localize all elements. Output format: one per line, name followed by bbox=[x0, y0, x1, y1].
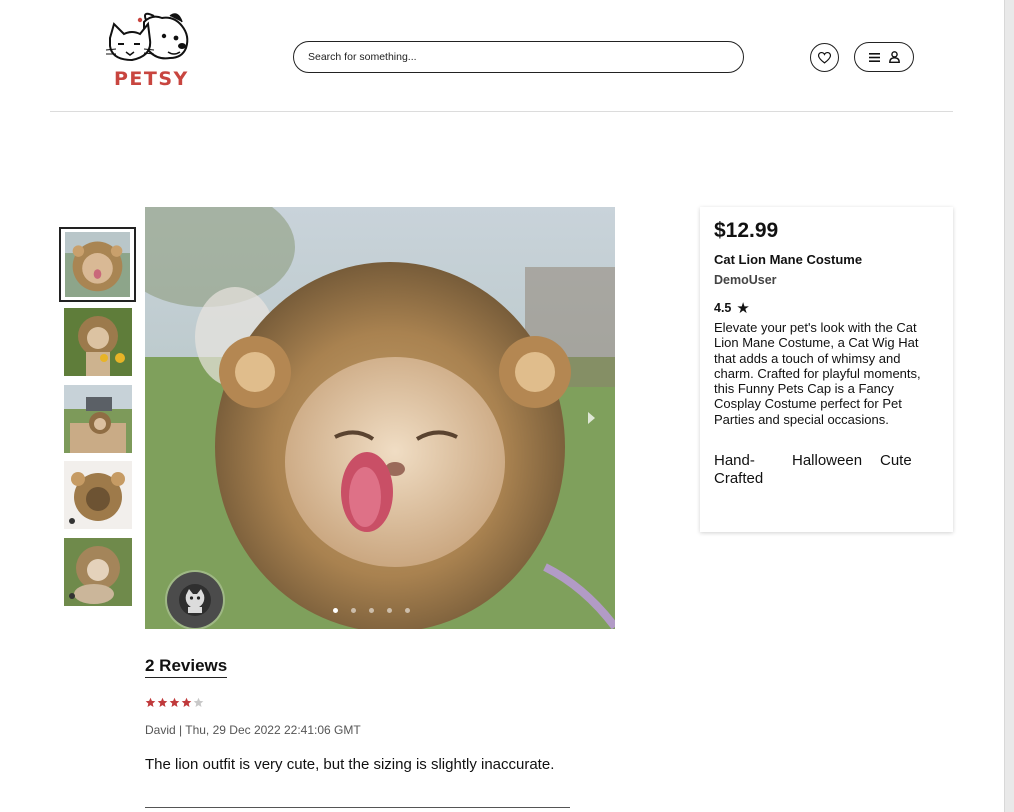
carousel-dot-2[interactable] bbox=[351, 608, 356, 613]
star-filled-icon bbox=[157, 697, 168, 707]
thumbnail-1[interactable] bbox=[59, 227, 136, 302]
thumbnail-image bbox=[65, 232, 130, 297]
page-scrollbar[interactable] bbox=[1004, 0, 1014, 812]
favorites-button[interactable] bbox=[810, 43, 839, 72]
tag-hand-crafted[interactable]: Hand-Crafted bbox=[714, 452, 792, 488]
seller-name[interactable]: DemoUser bbox=[714, 273, 939, 287]
thumbnail-4[interactable] bbox=[64, 461, 132, 529]
star-filled-icon bbox=[145, 697, 156, 707]
logo-cat-dog-icon bbox=[105, 12, 189, 62]
tag-cute[interactable]: Cute bbox=[880, 452, 912, 488]
thumbnail-5[interactable] bbox=[64, 538, 132, 606]
review-author-date: David | Thu, 29 Dec 2022 22:41:06 GMT bbox=[145, 723, 361, 737]
carousel-dots bbox=[333, 608, 410, 616]
product-title: Cat Lion Mane Costume bbox=[714, 252, 863, 267]
brand-watermark-badge bbox=[167, 572, 223, 628]
rating-value: 4.5 bbox=[714, 301, 732, 315]
carousel-dot-3[interactable] bbox=[369, 608, 374, 613]
account-menu-button[interactable] bbox=[854, 42, 914, 72]
site-header: PETSY Search for something... bbox=[0, 0, 1004, 112]
user-icon bbox=[888, 51, 900, 63]
product-description: Elevate your pet's look with the Cat Lio… bbox=[714, 320, 921, 427]
thumbnail-image bbox=[64, 538, 132, 606]
thumbnail-2[interactable] bbox=[64, 308, 132, 376]
product-info-card: $12.99 Cat Lion Mane Costume DemoUser 4.… bbox=[700, 207, 953, 532]
product-rating: 4.5 ★ bbox=[714, 299, 939, 317]
star-filled-icon bbox=[181, 697, 192, 707]
brand-watermark-icon bbox=[179, 584, 211, 616]
carousel-dot-4[interactable] bbox=[387, 608, 392, 613]
petsy-logo[interactable]: PETSY bbox=[104, 12, 194, 92]
header-divider bbox=[50, 111, 953, 112]
thumbnail-image bbox=[64, 308, 132, 376]
product-price: $12.99 bbox=[714, 219, 779, 242]
carousel-dot-1[interactable] bbox=[333, 608, 338, 613]
star-empty-icon bbox=[193, 697, 204, 707]
chevron-right-icon bbox=[587, 412, 595, 424]
search-placeholder: Search for something... bbox=[308, 51, 417, 63]
hamburger-icon bbox=[868, 52, 880, 62]
review-star-rating bbox=[145, 697, 204, 708]
next-image-arrow[interactable] bbox=[583, 405, 599, 431]
star-filled-icon bbox=[169, 697, 180, 707]
logo-text: PETSY bbox=[114, 68, 189, 90]
product-tags: Hand-Crafted Halloween Cute bbox=[714, 452, 939, 488]
review-divider bbox=[145, 807, 570, 808]
heart-icon bbox=[818, 51, 831, 64]
main-product-image[interactable] bbox=[145, 207, 615, 629]
reviews-heading[interactable]: 2 Reviews bbox=[145, 656, 228, 678]
thumbnail-image bbox=[64, 385, 132, 453]
thumbnail-image bbox=[64, 461, 132, 529]
carousel-dot-5[interactable] bbox=[405, 608, 410, 613]
search-input[interactable]: Search for something... bbox=[293, 41, 744, 73]
star-icon: ★ bbox=[736, 300, 750, 317]
thumbnail-3[interactable] bbox=[64, 385, 132, 453]
review-text: The lion outfit is very cute, but the si… bbox=[145, 756, 555, 773]
tag-halloween[interactable]: Halloween bbox=[792, 452, 880, 488]
product-photo bbox=[145, 207, 615, 629]
